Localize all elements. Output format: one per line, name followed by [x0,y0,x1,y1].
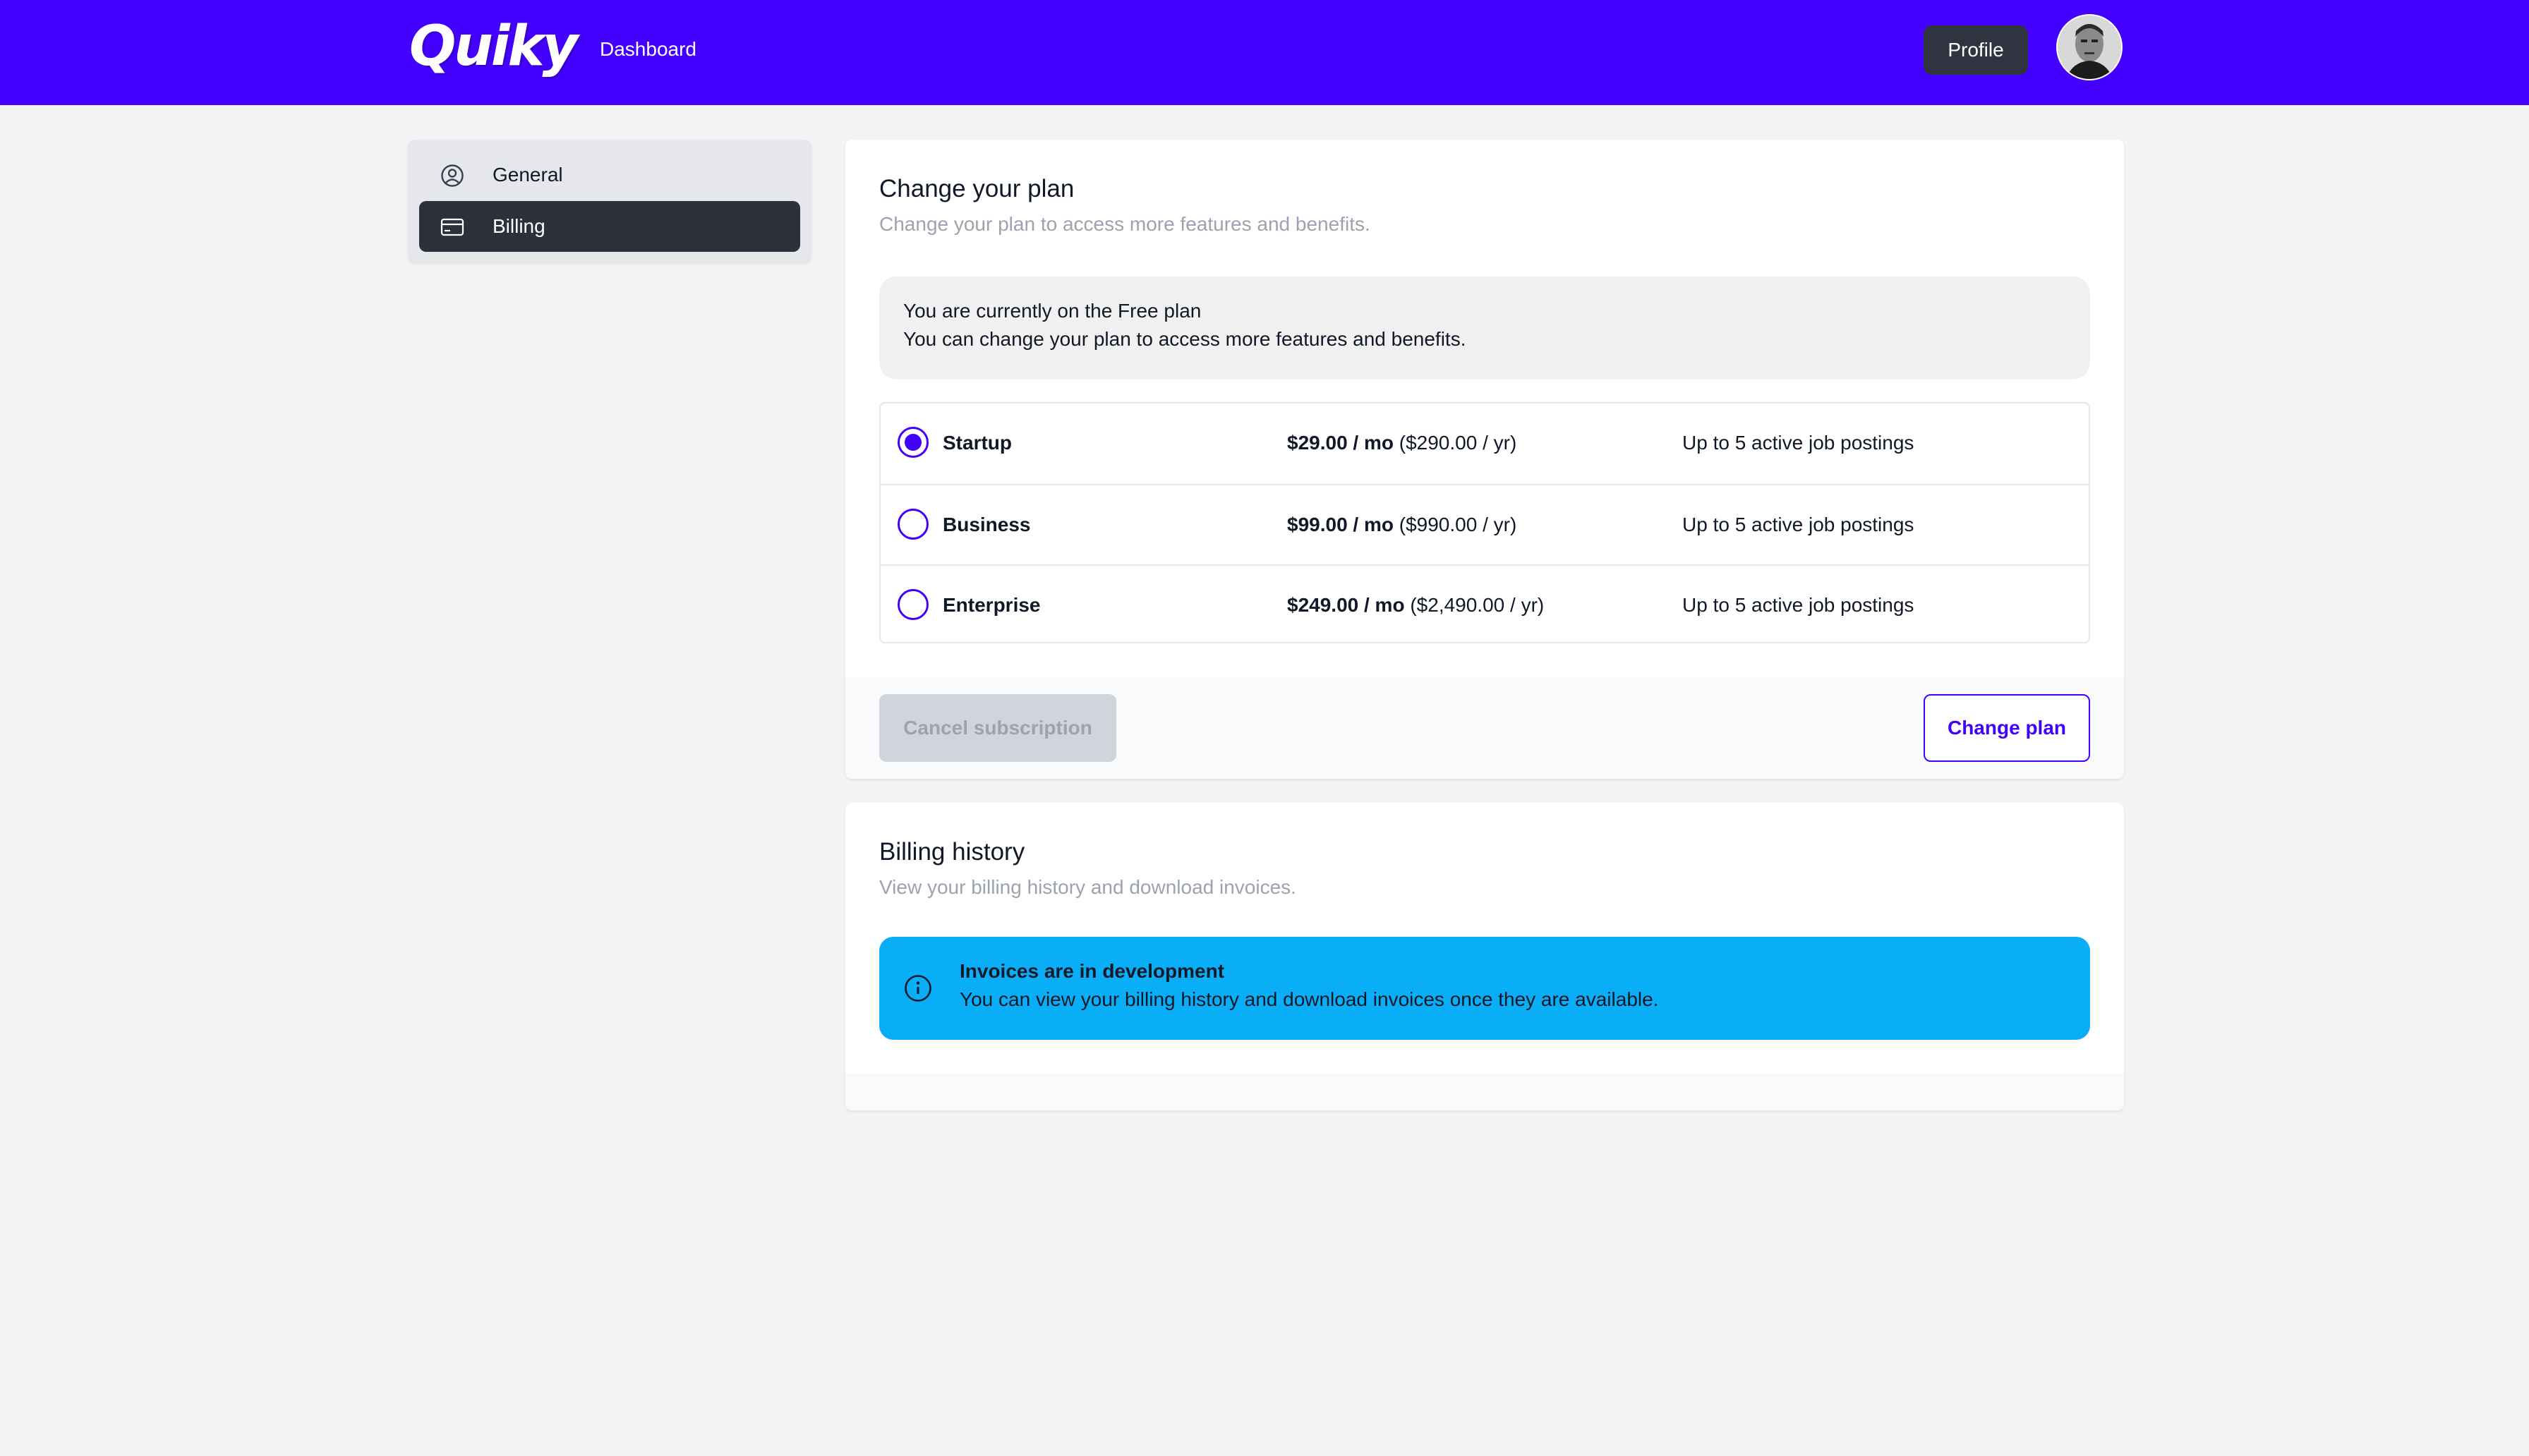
radio-selected[interactable] [898,427,929,458]
sidebar-item-label: General [493,164,563,186]
user-circle-icon [440,164,464,188]
change-plan-card: Change your plan Change your plan to acc… [845,140,2124,779]
plan-price-yearly: ($990.00 / yr) [1399,514,1517,535]
invoices-info-alert: Invoices are in development You can view… [879,937,2090,1040]
sidebar-item-billing[interactable]: Billing [419,201,800,252]
settings-sidebar: General Billing [408,140,811,262]
plan-option-startup[interactable]: Startup $29.00 / mo ($290.00 / yr) Up to… [881,404,2089,484]
quiky-logo[interactable]: Quiky [409,16,578,78]
plan-price-yearly: ($2,490.00 / yr) [1410,594,1545,616]
sidebar-item-label: Billing [493,215,545,237]
plan-option-enterprise[interactable]: Enterprise $249.00 / mo ($2,490.00 / yr)… [881,564,2089,646]
plan-option-business[interactable]: Business $99.00 / mo ($990.00 / yr) Up t… [881,484,2089,566]
history-card-footer [845,1074,2124,1110]
credit-card-icon [440,215,464,239]
plan-name: Enterprise [943,594,1041,616]
plan-price-monthly: $99.00 / mo [1287,514,1394,535]
radio-unselected[interactable] [898,589,929,620]
sidebar-item-general[interactable]: General [419,150,800,200]
plan-price-monthly: $249.00 / mo [1287,594,1405,616]
plan-price: $249.00 / mo ($2,490.00 / yr) [1287,591,1544,619]
alert-title: Invoices are in development [960,960,1225,982]
radio-unselected[interactable] [898,509,929,540]
plan-description: Up to 5 active job postings [1682,432,1914,454]
card-subtitle: View your billing history and download i… [879,876,1296,898]
card-title: Billing history [879,838,1025,866]
profile-button[interactable]: Profile [1924,25,2028,75]
plan-price-monthly: $29.00 / mo [1287,432,1394,454]
card-title: Change your plan [879,175,1075,202]
alert-text: You can view your billing history and do… [960,988,1659,1010]
radio-dot [905,434,922,451]
current-plan-text: You can change your plan to access more … [903,328,1466,350]
plan-description: Up to 5 active job postings [1682,514,1914,535]
plan-price-yearly: ($290.00 / yr) [1399,432,1517,454]
info-icon [903,973,933,1003]
plan-name: Startup [943,432,1012,454]
cancel-subscription-button[interactable]: Cancel subscription [879,694,1116,762]
plan-description: Up to 5 active job postings [1682,594,1914,616]
plan-price: $29.00 / mo ($290.00 / yr) [1287,429,1516,457]
plan-options-list: Startup $29.00 / mo ($290.00 / yr) Up to… [879,402,2090,643]
plan-card-footer: Cancel subscription Change plan [845,677,2124,779]
plan-name: Business [943,514,1031,535]
avatar[interactable] [2056,14,2123,80]
plan-price: $99.00 / mo ($990.00 / yr) [1287,511,1516,539]
nav-link-dashboard[interactable]: Dashboard [600,35,696,63]
billing-history-card: Billing history View your billing histor… [845,803,2124,1110]
top-navbar: Quiky Dashboard Profile [0,0,2529,105]
card-subtitle: Change your plan to access more features… [879,213,1370,235]
current-plan-notice: You are currently on the Free plan You c… [879,277,2090,380]
change-plan-button[interactable]: Change plan [1924,694,2090,762]
current-plan-title: You are currently on the Free plan [903,300,1202,322]
